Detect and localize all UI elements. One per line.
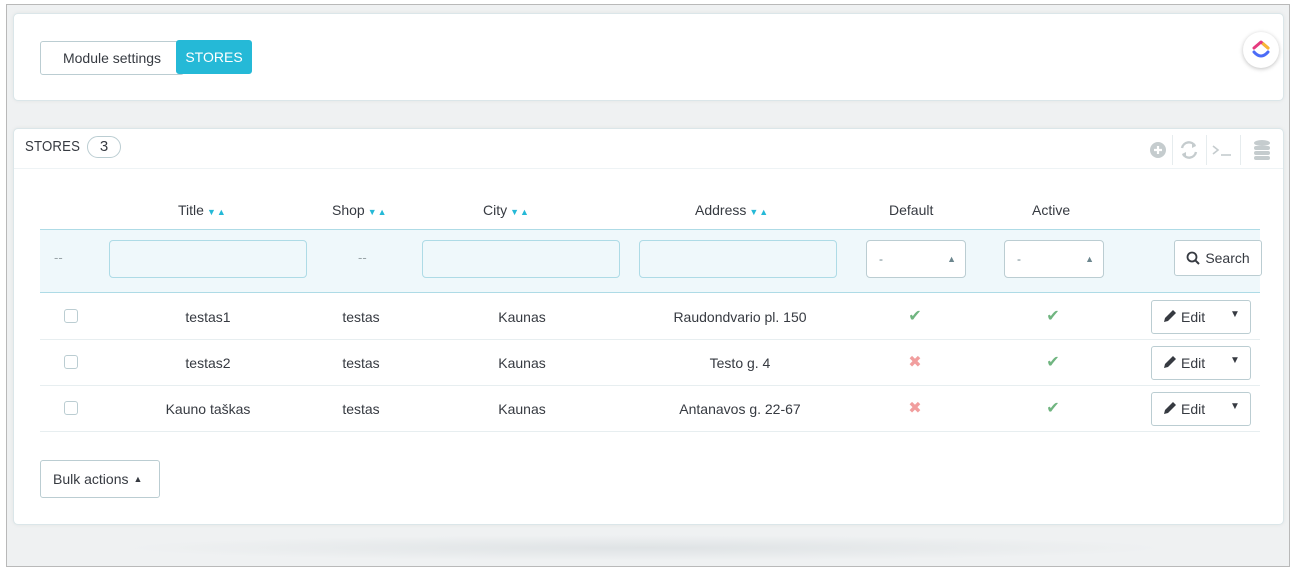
clickup-logo-icon[interactable] (1243, 32, 1279, 68)
column-header-city[interactable]: City ▼▲ (483, 202, 530, 218)
select-arrows-icon: ▲ (1085, 254, 1094, 264)
add-icon[interactable] (1147, 139, 1169, 161)
count-badge: 3 (87, 136, 121, 158)
cell-address: Testo g. 4 (709, 355, 771, 371)
search-icon (1186, 251, 1201, 265)
cell-shop: testas (342, 355, 380, 371)
edit-button[interactable]: Edit ▼ (1151, 300, 1251, 334)
title-filter-input[interactable] (109, 240, 307, 278)
check-icon[interactable]: ✔ (1042, 340, 1064, 386)
filter-row: -- -- - ▲ - ▲ Search (40, 229, 1262, 293)
cell-title: testas1 (185, 309, 231, 325)
cell-shop: testas (342, 401, 380, 417)
column-header-address[interactable]: Address ▼▲ (695, 202, 769, 218)
cross-icon[interactable]: ✖ (904, 386, 926, 432)
check-icon[interactable]: ✔ (904, 294, 926, 340)
row-checkbox[interactable] (64, 401, 78, 415)
bulk-actions-button[interactable]: Bulk actions ▲ (40, 460, 160, 498)
toolbar-separator (1240, 135, 1241, 165)
pencil-icon (1164, 402, 1176, 414)
sort-arrows-icon[interactable]: ▼▲ (368, 207, 388, 217)
caret-up-icon: ▲ (133, 474, 143, 484)
cell-city: Kaunas (498, 401, 546, 417)
pencil-icon (1164, 356, 1176, 368)
refresh-icon[interactable] (1178, 139, 1200, 161)
row-checkbox[interactable] (64, 355, 78, 369)
chevron-down-icon[interactable]: ▼ (1230, 401, 1240, 412)
city-filter-input[interactable] (422, 240, 620, 278)
check-icon[interactable]: ✔ (1042, 294, 1064, 340)
chevron-down-icon[interactable]: ▼ (1230, 355, 1240, 366)
active-filter-select[interactable]: - ▲ (1004, 240, 1104, 278)
stores-list-panel: STORES 3 Title ▼▲ Shop ▼▲ City ▼▲ Address ▼▲… (13, 128, 1284, 525)
column-header-title[interactable]: Title ▼▲ (178, 202, 227, 218)
check-icon[interactable]: ✔ (1042, 386, 1064, 432)
tab-stores[interactable]: STORES (176, 40, 252, 74)
table-row: Kauno taškas testas Kaunas Antanavos g. … (40, 386, 1260, 432)
edit-button[interactable]: Edit ▼ (1151, 346, 1251, 380)
footer-shadow (120, 535, 1170, 561)
cell-city: Kaunas (498, 355, 546, 371)
toolbar-separator (1172, 135, 1173, 165)
cell-address: Raudondvario pl. 150 (673, 309, 807, 325)
tab-module-settings[interactable]: Module settings (40, 41, 184, 75)
edit-button[interactable]: Edit ▼ (1151, 392, 1251, 426)
cross-icon[interactable]: ✖ (904, 340, 926, 386)
row-checkbox[interactable] (64, 309, 78, 323)
sort-arrows-icon[interactable]: ▼▲ (510, 207, 530, 217)
tab-panel: Module settings STORES (13, 13, 1284, 101)
sort-arrows-icon[interactable]: ▼▲ (749, 207, 769, 217)
list-title: STORES (25, 138, 81, 155)
toolbar-separator (1206, 135, 1207, 165)
cell-address: Antanavos g. 22-67 (679, 401, 801, 417)
table-row: testas2 testas Kaunas Testo g. 4 ✖ ✔ Edi… (40, 340, 1260, 386)
cell-title: testas2 (185, 355, 231, 371)
sql-query-icon[interactable] (1210, 139, 1232, 161)
sort-arrows-icon[interactable]: ▼▲ (207, 207, 227, 217)
default-filter-select[interactable]: - ▲ (866, 240, 966, 278)
id-filter-placeholder: -- (54, 250, 63, 265)
column-header-default: Default (889, 202, 934, 218)
pencil-icon (1164, 310, 1176, 322)
cell-city: Kaunas (498, 309, 546, 325)
export-database-icon[interactable] (1252, 139, 1274, 161)
panel-heading: STORES 3 (14, 129, 1283, 169)
select-arrows-icon: ▲ (947, 254, 956, 264)
column-header-active: Active (1032, 202, 1071, 218)
cell-title: Kauno taškas (165, 401, 251, 417)
address-filter-input[interactable] (639, 240, 837, 278)
table-row: testas1 testas Kaunas Raudondvario pl. 1… (40, 294, 1260, 340)
cell-shop: testas (342, 309, 380, 325)
search-button[interactable]: Search (1174, 240, 1262, 276)
column-header-shop[interactable]: Shop ▼▲ (332, 202, 388, 218)
shop-filter-placeholder: -- (358, 250, 367, 265)
chevron-down-icon[interactable]: ▼ (1230, 309, 1240, 320)
